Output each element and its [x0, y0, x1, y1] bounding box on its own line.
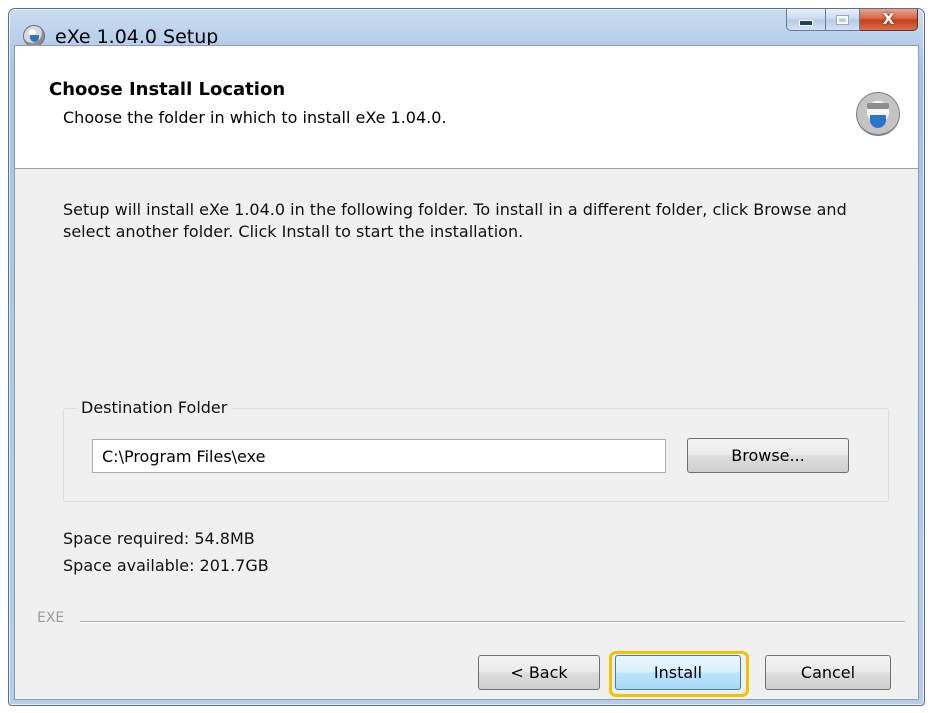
dialog-content: Choose Install Location Choose the folde…	[14, 45, 919, 700]
installer-disc-icon	[856, 92, 900, 136]
minimize-button[interactable]	[786, 9, 826, 31]
destination-folder-label: Destination Folder	[77, 398, 232, 417]
minimize-icon	[799, 19, 813, 26]
branding-label: EXE	[37, 610, 65, 626]
footer-divider	[80, 621, 905, 622]
page-subtitle: Choose the folder in which to install eX…	[63, 108, 447, 127]
page-title: Choose Install Location	[49, 79, 286, 100]
install-path-input[interactable]	[92, 439, 666, 473]
close-button[interactable]: X	[860, 9, 918, 31]
browse-button[interactable]: Browse...	[687, 438, 849, 473]
space-required-text: Space required: 54.8MB	[63, 529, 255, 548]
window-controls: X	[786, 9, 918, 33]
page-header: Choose Install Location Choose the folde…	[15, 46, 918, 169]
space-available-text: Space available: 201.7GB	[63, 556, 269, 575]
maximize-icon	[836, 14, 849, 25]
maximize-button[interactable]	[826, 9, 860, 31]
cancel-button[interactable]: Cancel	[765, 655, 891, 690]
setup-window: eXe 1.04.0 Setup X Choose Install Locati…	[8, 8, 925, 706]
install-button[interactable]: Install	[615, 655, 741, 690]
install-description: Setup will install eXe 1.04.0 in the fol…	[63, 200, 847, 241]
setup-app-icon	[23, 25, 45, 47]
back-button[interactable]: < Back	[478, 655, 600, 690]
close-icon: X	[882, 10, 895, 28]
